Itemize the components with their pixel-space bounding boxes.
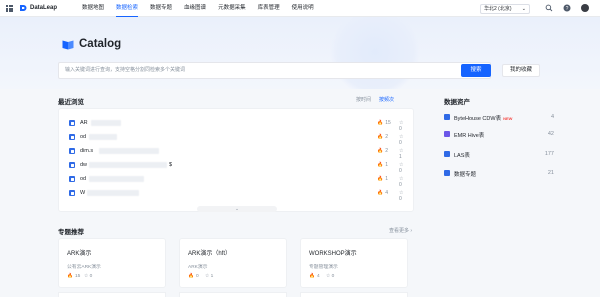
- star-count[interactable]: ☆ 1: [205, 274, 213, 279]
- hot-count: 🔥 0: [188, 274, 199, 279]
- svg-text:?: ?: [566, 6, 569, 12]
- star-count[interactable]: ☆ 0: [84, 274, 92, 279]
- table-icon: [69, 162, 75, 168]
- nav-table-management[interactable]: 库表管理: [252, 0, 286, 17]
- search-icon[interactable]: [545, 4, 553, 12]
- topic-title: ARK演示: [67, 251, 92, 257]
- hot-count: 🔥 4: [309, 274, 320, 279]
- chevron-down-icon: ⌄: [521, 6, 526, 12]
- my-favorites-button[interactable]: 我的收藏: [502, 64, 540, 77]
- star-count[interactable]: ☆ 0: [326, 274, 334, 279]
- asset-item-las[interactable]: LAS表 177: [444, 150, 554, 160]
- topic-card-partial[interactable]: [58, 292, 166, 297]
- brand-name: DataLeap: [30, 5, 58, 11]
- help-icon[interactable]: ?: [563, 4, 571, 12]
- topic-card-partial[interactable]: [179, 292, 287, 297]
- topics-section-title: 专题推荐: [58, 229, 84, 236]
- hot-count: 🔥 1: [377, 162, 389, 168]
- list-item[interactable]: AR 🔥 15 ☆ 0: [69, 117, 405, 132]
- topic-desc: 公有云ARK演示: [67, 265, 101, 270]
- search-input[interactable]: 输入关键词进行查询，支持空格分割同检索多个关键词: [58, 62, 491, 79]
- table-icon: [69, 120, 75, 126]
- top-navigation-bar: DataLeap 数据地图 数据检索 数据专题 血缘图谱 元数据采集 库表管理 …: [0, 0, 600, 17]
- topic-card[interactable]: WORKSHOP演示 专题管理演示 🔥 4 ☆ 0: [300, 238, 408, 288]
- recent-sort-options: 按时间 按频次: [356, 96, 394, 103]
- app-grid-icon[interactable]: [6, 5, 13, 12]
- list-item[interactable]: dim.s 🔥 2 ☆ 1: [69, 145, 405, 160]
- search-button[interactable]: 搜索: [461, 64, 491, 77]
- nav-data-map[interactable]: 数据地图: [76, 0, 110, 17]
- emr-hive-icon: [444, 131, 450, 137]
- view-more-link[interactable]: 查看更多 ›: [389, 227, 412, 234]
- sort-by-frequency[interactable]: 按频次: [379, 96, 394, 103]
- topic-title: ARK演示（hft）: [188, 251, 232, 257]
- table-icon: [69, 134, 75, 140]
- topic-card-partial[interactable]: [300, 292, 408, 297]
- hot-count: 🔥 15: [377, 120, 391, 126]
- topic-desc: 专题管理演示: [309, 265, 338, 270]
- topic-card[interactable]: ARK演示 公有云ARK演示 🔥 15 ☆ 0: [58, 238, 166, 288]
- asset-item-bytehouse[interactable]: ByteHouse CDW表 NEW 4: [444, 113, 554, 123]
- star-count[interactable]: ☆ 0: [399, 190, 405, 202]
- nav-lineage[interactable]: 血缘图谱: [178, 0, 212, 17]
- list-item[interactable]: W 🔥 4 ☆ 0: [69, 187, 405, 202]
- dataleap-logo-icon: [20, 5, 27, 11]
- table-icon: [69, 148, 75, 154]
- asset-item-emr-hive[interactable]: EMR Hive表 42: [444, 130, 554, 140]
- user-avatar[interactable]: [581, 4, 589, 12]
- nav-data-search[interactable]: 数据检索: [110, 0, 144, 17]
- new-badge: NEW: [503, 116, 513, 121]
- list-item[interactable]: dw $ 🔥 1 ☆ 0: [69, 159, 405, 174]
- bytehouse-icon: [444, 114, 450, 120]
- list-item[interactable]: od 🔥 2 ☆ 0: [69, 131, 405, 146]
- topic-icon: [444, 170, 450, 176]
- page-title: Catalog: [79, 38, 122, 50]
- topic-card[interactable]: ARK演示（hft） ARK演示 🔥 0 ☆ 1: [179, 238, 287, 288]
- list-item[interactable]: od 🔥 1 ☆ 0: [69, 173, 405, 188]
- hot-count: 🔥 4: [377, 190, 389, 196]
- table-icon: [69, 176, 75, 182]
- asset-item-topics[interactable]: 数据专题 21: [444, 169, 554, 179]
- recent-section-title: 最近浏览: [58, 99, 84, 106]
- catalog-book-icon: [62, 40, 74, 49]
- hot-count: 🔥 2: [377, 148, 389, 154]
- page-title-wrap: Catalog: [62, 37, 121, 51]
- hot-count: 🔥 1: [377, 176, 389, 182]
- nav-data-topics[interactable]: 数据专题: [144, 0, 178, 17]
- expand-toggle[interactable]: ⌄: [197, 206, 277, 212]
- hot-count: 🔥 15: [67, 274, 81, 279]
- hot-count: 🔥 2: [377, 134, 389, 140]
- main-nav: 数据地图 数据检索 数据专题 血缘图谱 元数据采集 库表管理 使用说明: [76, 0, 320, 17]
- recent-list: AR 🔥 15 ☆ 0 od 🔥 2 ☆ 0 dim.s 🔥 2 ☆ 1 dw $ 🔥…: [58, 108, 414, 212]
- sort-by-time[interactable]: 按时间: [356, 96, 371, 103]
- nav-help[interactable]: 使用说明: [286, 0, 320, 17]
- nav-metadata-collection[interactable]: 元数据采集: [212, 0, 252, 17]
- topic-desc: ARK演示: [188, 265, 208, 270]
- table-icon: [69, 190, 75, 196]
- topic-title: WORKSHOP演示: [309, 251, 357, 257]
- region-select[interactable]: 华北2 (北京) ⌄: [480, 4, 530, 14]
- region-value: 华北2 (北京): [484, 6, 512, 12]
- las-table-icon: [444, 151, 450, 157]
- assets-section-title: 数据资产: [444, 99, 470, 106]
